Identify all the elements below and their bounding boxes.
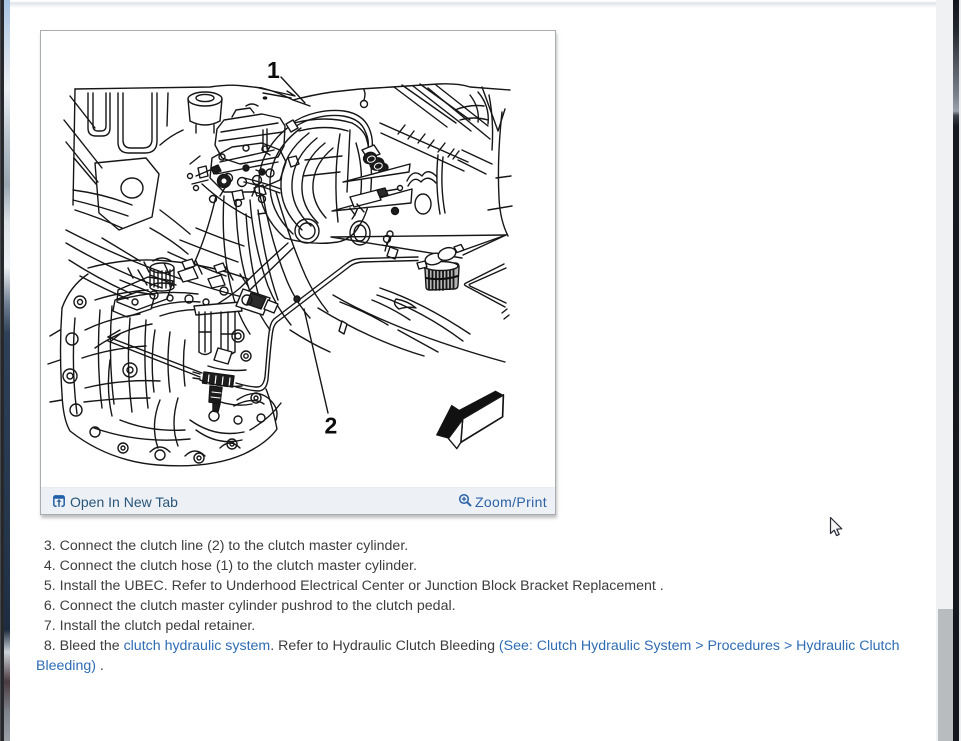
svg-text:1: 1: [267, 57, 280, 83]
svg-text:2: 2: [325, 413, 338, 439]
